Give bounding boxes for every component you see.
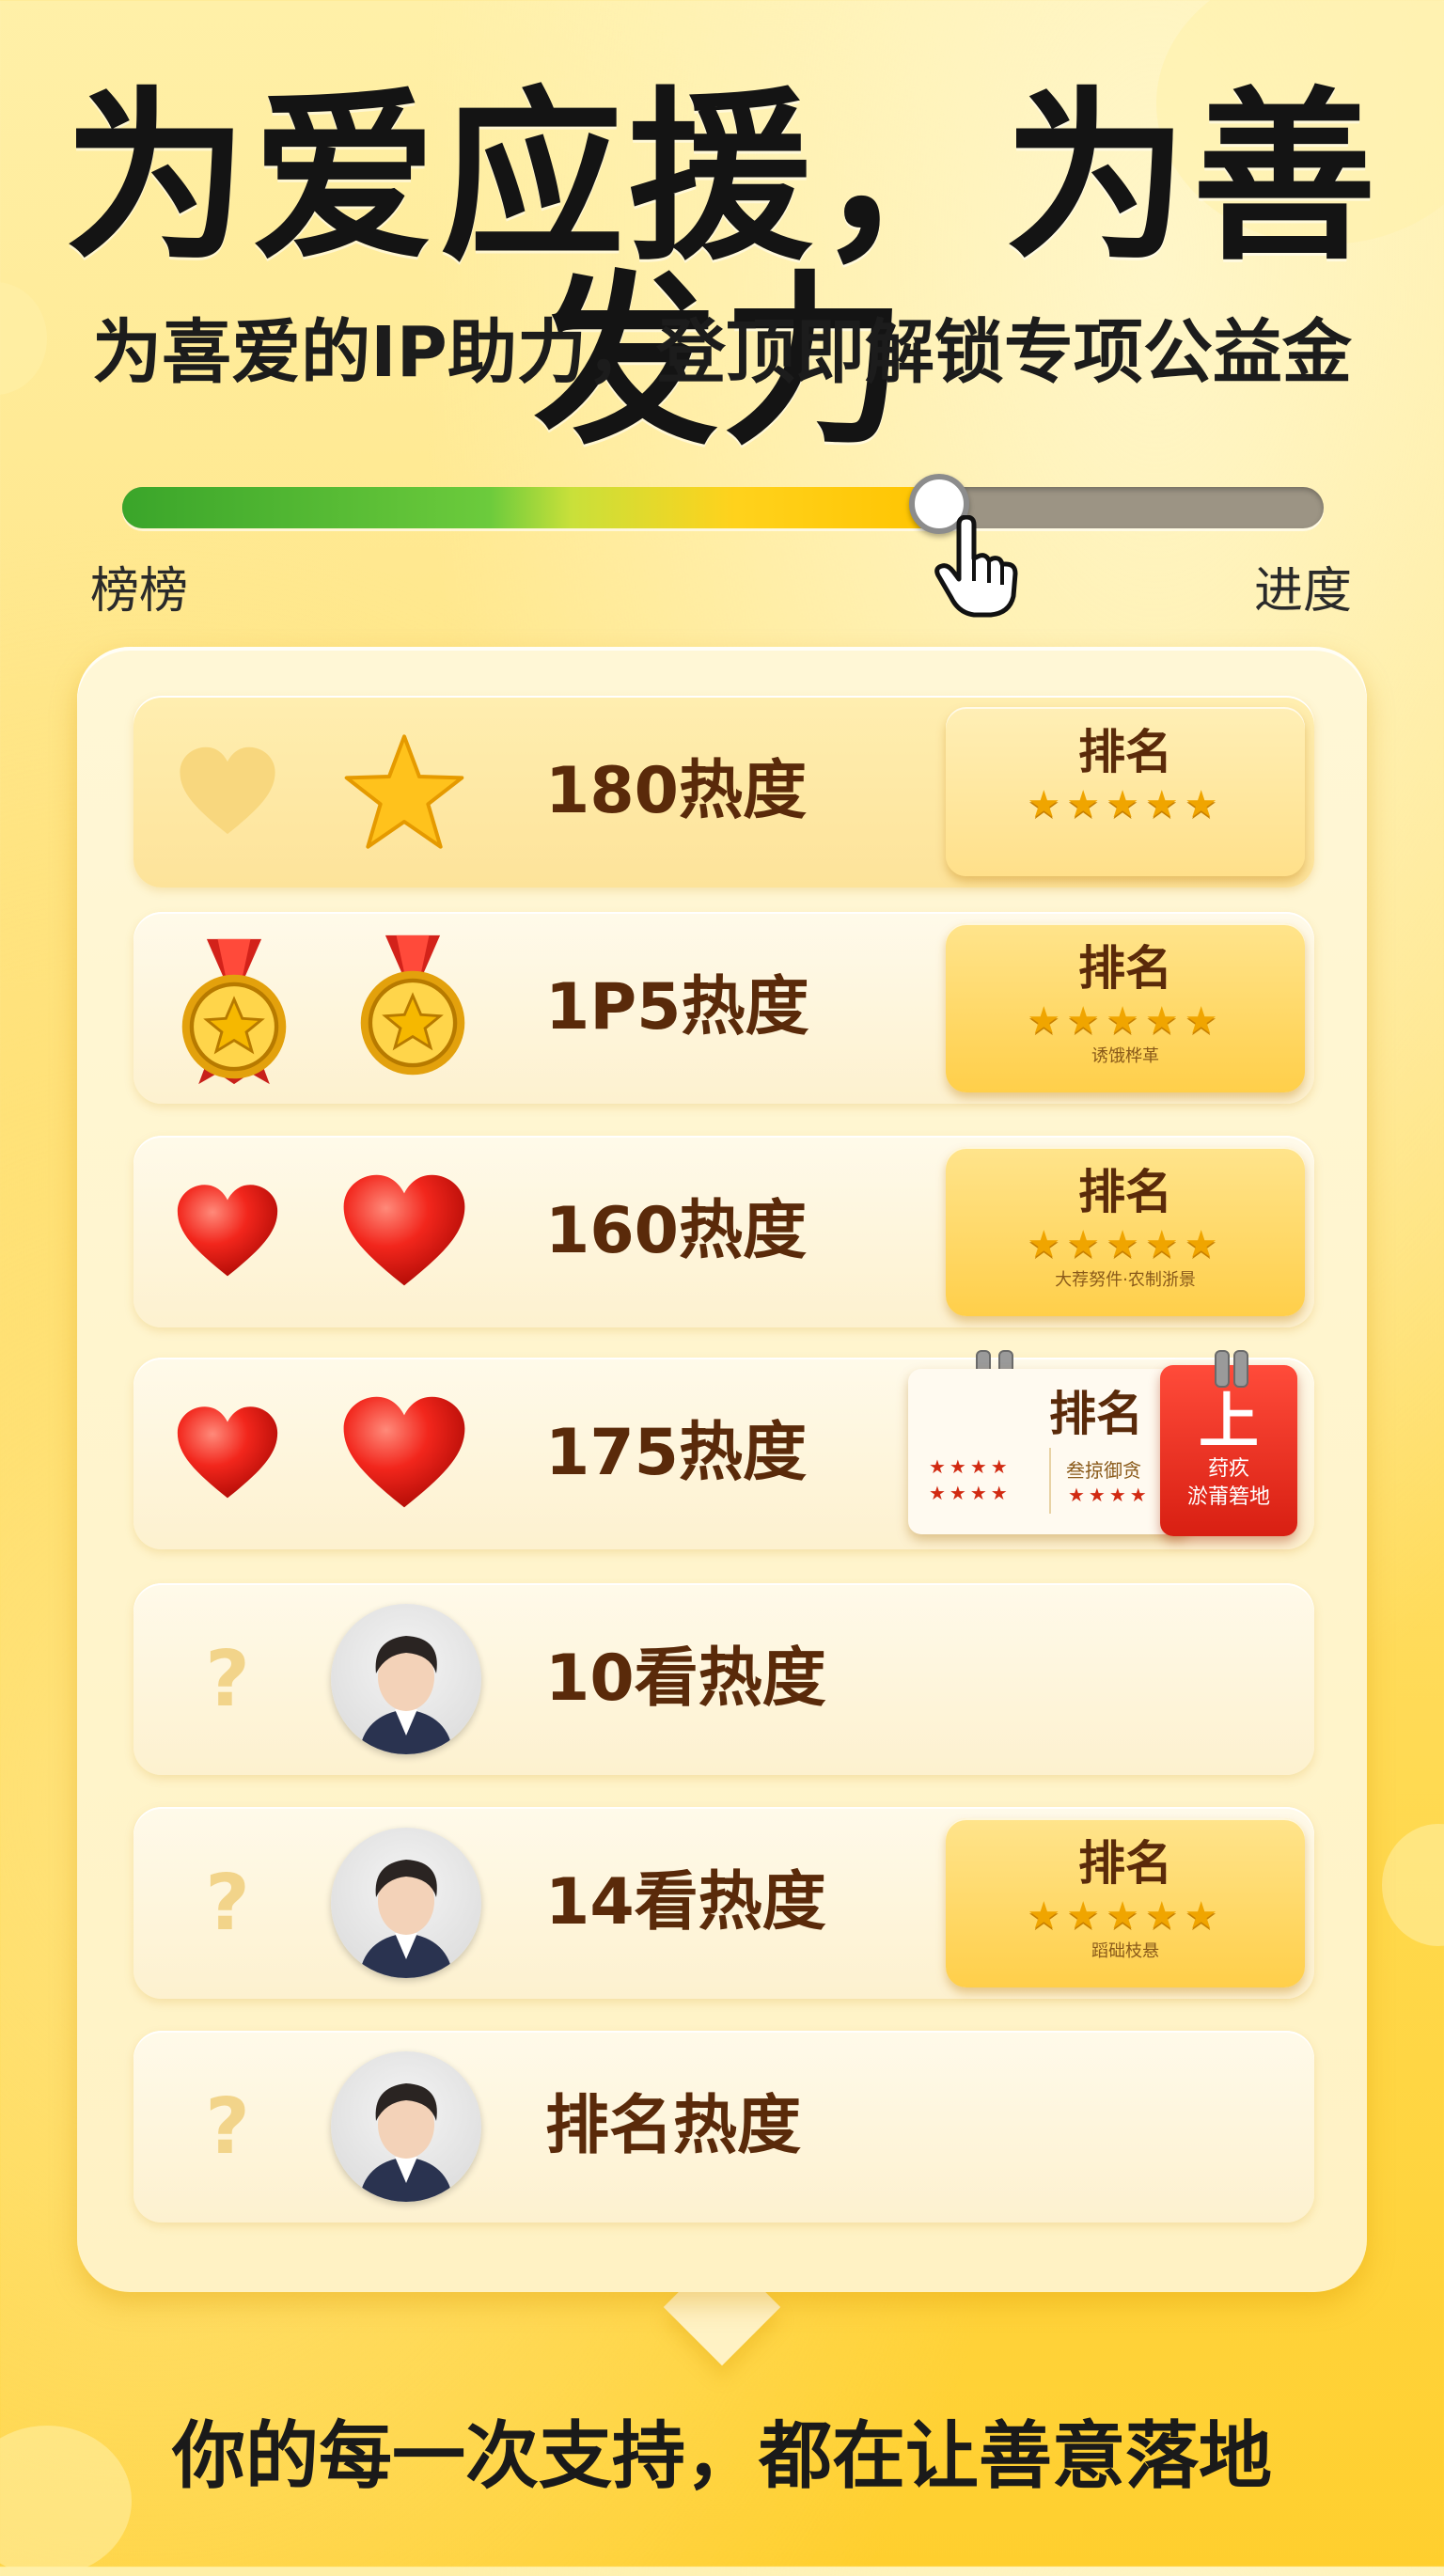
question-icon: ?	[205, 1634, 250, 1724]
rank-stars: ★★★★★	[1027, 1223, 1224, 1266]
page-title: 为爱应援，为善发力	[63, 71, 1380, 470]
list-item[interactable]: 180热度 排名 ★★★★★	[133, 696, 1314, 887]
progress-right-label: 进度	[1254, 563, 1353, 620]
progress-left-label: 榜榜	[90, 563, 189, 620]
list-item[interactable]: 175热度 排名 ★★★★ ★★★★ 叁掠御贪 ★★★★ 上 荮疚 淤莆箬地	[133, 1350, 1314, 1549]
list-item[interactable]: 1P5热度 排名 ★★★★★ 诱饿桦革	[133, 912, 1314, 1104]
rank-badge[interactable]: 排名 ★★★★★ 大荐努件·农制浙景	[946, 1147, 1305, 1316]
footer-slogan: 你的每一次支持，都在让善意落地	[171, 2414, 1272, 2499]
calendar-divider	[1049, 1448, 1051, 1514]
calendar-ring	[1233, 1350, 1248, 1388]
row-heat-label: 14看热度	[545, 1865, 826, 1940]
progress-fill	[122, 487, 940, 528]
heart-icon	[171, 1175, 284, 1288]
list-item[interactable]: 160热度 排名 ★★★★★ 大荐努件·农制浙景	[133, 1136, 1314, 1327]
avatar	[331, 2051, 481, 2202]
heart-icon	[338, 1166, 470, 1297]
rank-badge[interactable]: 排名 ★★★★★ 蹈础枝悬	[946, 1818, 1305, 1987]
pointer-hand-icon	[934, 515, 1018, 618]
heart-icon	[171, 1397, 284, 1510]
calendar-stars-left: ★★★★ ★★★★	[929, 1455, 1012, 1504]
avatar	[331, 1604, 481, 1754]
calendar-title: 排名	[1049, 1387, 1143, 1441]
progress-bar[interactable]	[122, 474, 1324, 534]
list-item[interactable]: ? 10看热度	[133, 1583, 1314, 1775]
row-heat-label: 160热度	[545, 1194, 807, 1268]
rank-badge-caption: 诱饿桦革	[1091, 1046, 1159, 1066]
row-heat-label: 175热度	[545, 1416, 807, 1490]
calendar-red-small: 淤莆箬地	[1186, 1485, 1270, 1509]
rank-stars: ★★★★★	[1027, 1894, 1224, 1938]
heart-outline-icon	[171, 735, 284, 848]
rank-badge-title: 排名	[1078, 725, 1172, 779]
calendar-stars-right: ★★★★	[1068, 1484, 1151, 1506]
calendar-red-big: 上	[1199, 1388, 1259, 1457]
question-icon: ?	[205, 1858, 250, 1948]
avatar	[331, 1828, 481, 1978]
calendar-ring	[1215, 1350, 1230, 1388]
rank-stars: ★★★★★	[1027, 999, 1224, 1043]
rank-badge-title: 排名	[1078, 941, 1172, 996]
row-heat-label: 10看热度	[545, 1641, 826, 1716]
medal-icon	[164, 936, 305, 1087]
star-icon	[338, 726, 470, 857]
rank-badge-caption: 大荐努件·农制浙景	[1055, 1270, 1196, 1290]
row-heat-label: 1P5热度	[545, 970, 809, 1045]
question-icon: ?	[205, 2081, 250, 2172]
calendar-page: 排名 ★★★★ ★★★★ 叁掠御贪 ★★★★	[908, 1369, 1190, 1534]
calendar-red-small: 荮疚	[1207, 1457, 1249, 1481]
rank-badge[interactable]: 排名 ★★★★★ 诱饿桦革	[946, 923, 1305, 1092]
row-heat-label: 排名热度	[545, 2089, 802, 2163]
calendar-red-page: 上 荮疚 淤莆箬地	[1160, 1350, 1297, 1536]
rank-badge[interactable]: 排名 ★★★★★	[946, 707, 1305, 876]
calendar-mid-text: 叁掠御贪	[1066, 1459, 1141, 1482]
list-item[interactable]: ? 排名热度	[133, 2031, 1314, 2223]
rank-badge-title: 排名	[1078, 1836, 1172, 1891]
page-subtitle: 为喜爱的IP助力，登顶即解锁专项公益金	[92, 312, 1352, 393]
rank-badge-title: 排名	[1078, 1165, 1172, 1219]
background-blob	[1382, 1824, 1444, 1946]
list-item[interactable]: ? 14看热度 排名 ★★★★★ 蹈础枝悬	[133, 1807, 1314, 1999]
rank-badge-caption: 蹈础枝悬	[1091, 1941, 1159, 1961]
rank-calendar-card[interactable]: 排名 ★★★★ ★★★★ 叁掠御贪 ★★★★ 上 荮疚 淤莆箬地	[908, 1350, 1303, 1536]
medal-icon	[342, 933, 483, 1083]
heart-icon	[338, 1388, 470, 1519]
rank-stars: ★★★★★	[1027, 783, 1224, 826]
row-heat-label: 180热度	[545, 754, 807, 828]
